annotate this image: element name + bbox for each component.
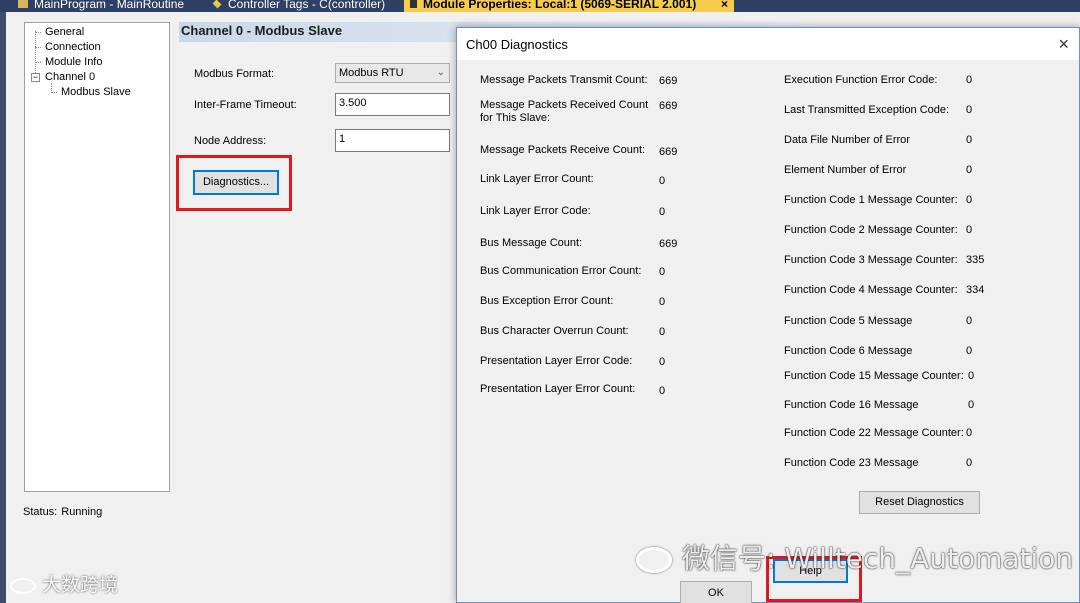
diag-value: 0 xyxy=(966,457,973,469)
left-edge-panel xyxy=(0,12,6,603)
diag-value: 0 xyxy=(966,104,973,116)
collapse-icon[interactable]: − xyxy=(31,73,40,82)
diag-value: 0 xyxy=(966,427,973,439)
inter-frame-timeout-label: Inter-Frame Timeout: xyxy=(194,99,297,111)
tab-module-properties[interactable]: Module Properties: Local:1 (5069-SERIAL … xyxy=(404,0,734,12)
tab-main-routine[interactable]: MainProgram - MainRoutine xyxy=(18,0,208,12)
inter-frame-timeout-input[interactable]: 3.500 xyxy=(335,93,450,116)
diag-label: Data File Number of Error xyxy=(784,134,910,146)
status-value: Running xyxy=(61,506,103,518)
diag-value: 0 xyxy=(966,315,973,327)
tab-label: Controller Tags - C(controller) xyxy=(228,0,386,11)
diag-label: Function Code 16 Message xyxy=(784,399,919,411)
tree-connector xyxy=(35,32,41,33)
modbus-format-select[interactable]: Modbus RTU ⌄ xyxy=(335,63,450,83)
diag-value: 0 xyxy=(659,356,666,368)
tree-item-channel-0[interactable]: Channel 0 xyxy=(45,71,95,83)
diag-label: Link Layer Error Code: xyxy=(480,205,591,217)
diag-label: Function Code 3 Message Counter: xyxy=(784,254,958,266)
diag-value: 669 xyxy=(659,146,678,158)
node-address-label: Node Address: xyxy=(194,135,267,147)
diag-value: 0 xyxy=(659,385,666,397)
diag-value: 0 xyxy=(966,74,973,86)
watermark: 微信号: Willtech_Automation xyxy=(636,537,1073,577)
tree-item-modbus-slave[interactable]: Modbus Slave xyxy=(61,86,131,98)
node-address-input[interactable]: 1 xyxy=(335,129,450,152)
diag-label: Function Code 6 Message xyxy=(784,345,913,357)
diag-label: Function Code 15 Message Counter: xyxy=(784,370,964,382)
tags-icon xyxy=(212,0,222,9)
tree-connector xyxy=(35,62,41,63)
tab-label: Module Properties: Local:1 (5069-SERIAL … xyxy=(423,0,697,11)
diag-label: Link Layer Error Count: xyxy=(480,173,594,185)
ok-button[interactable]: OK xyxy=(680,581,752,603)
modbus-format-value: Modbus RTU xyxy=(339,67,404,79)
wechat-icon xyxy=(636,547,672,573)
diag-label: Message Packets Transmit Count: xyxy=(480,74,648,86)
diag-value: 0 xyxy=(968,399,975,411)
diag-label: Function Code 1 Message Counter: xyxy=(784,194,958,206)
tree-item-connection[interactable]: Connection xyxy=(45,41,101,53)
diag-label: Presentation Layer Error Code: xyxy=(480,355,633,367)
modbus-format-label: Modbus Format: xyxy=(194,68,275,80)
diag-value: 669 xyxy=(659,238,678,250)
status-label: Status: xyxy=(23,506,58,518)
diag-label: Bus Character Overrun Count: xyxy=(480,325,629,337)
diag-value: 0 xyxy=(659,206,666,218)
diag-label: Message Packets Receive Count: xyxy=(480,144,646,156)
corner-watermark-text: 大数跨境 xyxy=(42,574,119,596)
diag-value: 669 xyxy=(659,75,678,87)
weibo-icon xyxy=(10,577,36,594)
tree-item-general[interactable]: General xyxy=(45,26,84,38)
category-tree: − General Connection Module Info Channel… xyxy=(24,22,170,492)
diag-value: 0 xyxy=(966,194,973,206)
dialog-title: Ch00 Diagnostics xyxy=(466,37,568,52)
diag-label: Element Number of Error xyxy=(784,164,907,176)
module-icon xyxy=(410,0,417,8)
dialog-title-bar: Ch00 Diagnostics × xyxy=(457,28,1079,60)
document-tab-strip: MainProgram - MainRoutine Controller Tag… xyxy=(0,0,1080,12)
reset-diagnostics-button[interactable]: Reset Diagnostics xyxy=(859,491,980,514)
diag-value: 334 xyxy=(966,284,985,296)
dialog-body: Message Packets Transmit Count: 669 Mess… xyxy=(457,60,1079,603)
diag-value: 0 xyxy=(966,134,973,146)
diag-label: Function Code 4 Message Counter: xyxy=(784,284,958,296)
diag-value: 0 xyxy=(966,164,973,176)
diag-label: Last Transmitted Exception Code: xyxy=(784,104,950,116)
diagnostics-button[interactable]: Diagnostics... xyxy=(193,170,279,195)
diag-value: 0 xyxy=(659,326,666,338)
corner-watermark: 大数跨境 xyxy=(10,570,118,597)
tab-controller-tags[interactable]: Controller Tags - C(controller) xyxy=(212,0,402,12)
diag-label: Function Code 5 Message xyxy=(784,315,913,327)
diag-label: Function Code 23 Message xyxy=(784,457,919,469)
tree-connector xyxy=(51,83,52,91)
status-line: Status: Running xyxy=(23,506,106,518)
diag-label: Message Packets Received Count for This … xyxy=(480,99,649,124)
tree-item-module-info[interactable]: Module Info xyxy=(45,56,102,68)
diag-value: 0 xyxy=(966,224,973,236)
diag-label: Bus Message Count: xyxy=(480,237,583,249)
diag-value: 0 xyxy=(966,345,973,357)
diag-value: 0 xyxy=(659,175,666,187)
diagnostics-dialog: Ch00 Diagnostics × Message Packets Trans… xyxy=(456,27,1080,603)
diag-value: 0 xyxy=(968,370,975,382)
tree-connector xyxy=(35,47,41,48)
routine-icon xyxy=(18,0,28,8)
diag-value: 0 xyxy=(659,266,666,278)
diag-label: Function Code 22 Message Counter: xyxy=(784,427,964,439)
chevron-down-icon: ⌄ xyxy=(436,67,445,78)
diag-label: Presentation Layer Error Count: xyxy=(480,383,636,395)
diag-value: 335 xyxy=(966,254,985,266)
tree-connector xyxy=(51,92,57,93)
close-icon[interactable]: × xyxy=(1058,34,1069,55)
diag-value: 669 xyxy=(659,100,678,112)
watermark-text: 微信号: Willtech_Automation xyxy=(682,542,1074,575)
diag-label: Bus Communication Error Count: xyxy=(480,265,642,277)
diag-label: Function Code 2 Message Counter: xyxy=(784,224,958,236)
diag-label: Bus Exception Error Count: xyxy=(480,295,614,307)
tab-close-icon[interactable]: × xyxy=(721,0,728,10)
diag-label: Executiоn Function Error Code: xyxy=(784,74,938,86)
diag-value: 0 xyxy=(659,296,666,308)
tab-label: MainProgram - MainRoutine xyxy=(34,0,185,11)
